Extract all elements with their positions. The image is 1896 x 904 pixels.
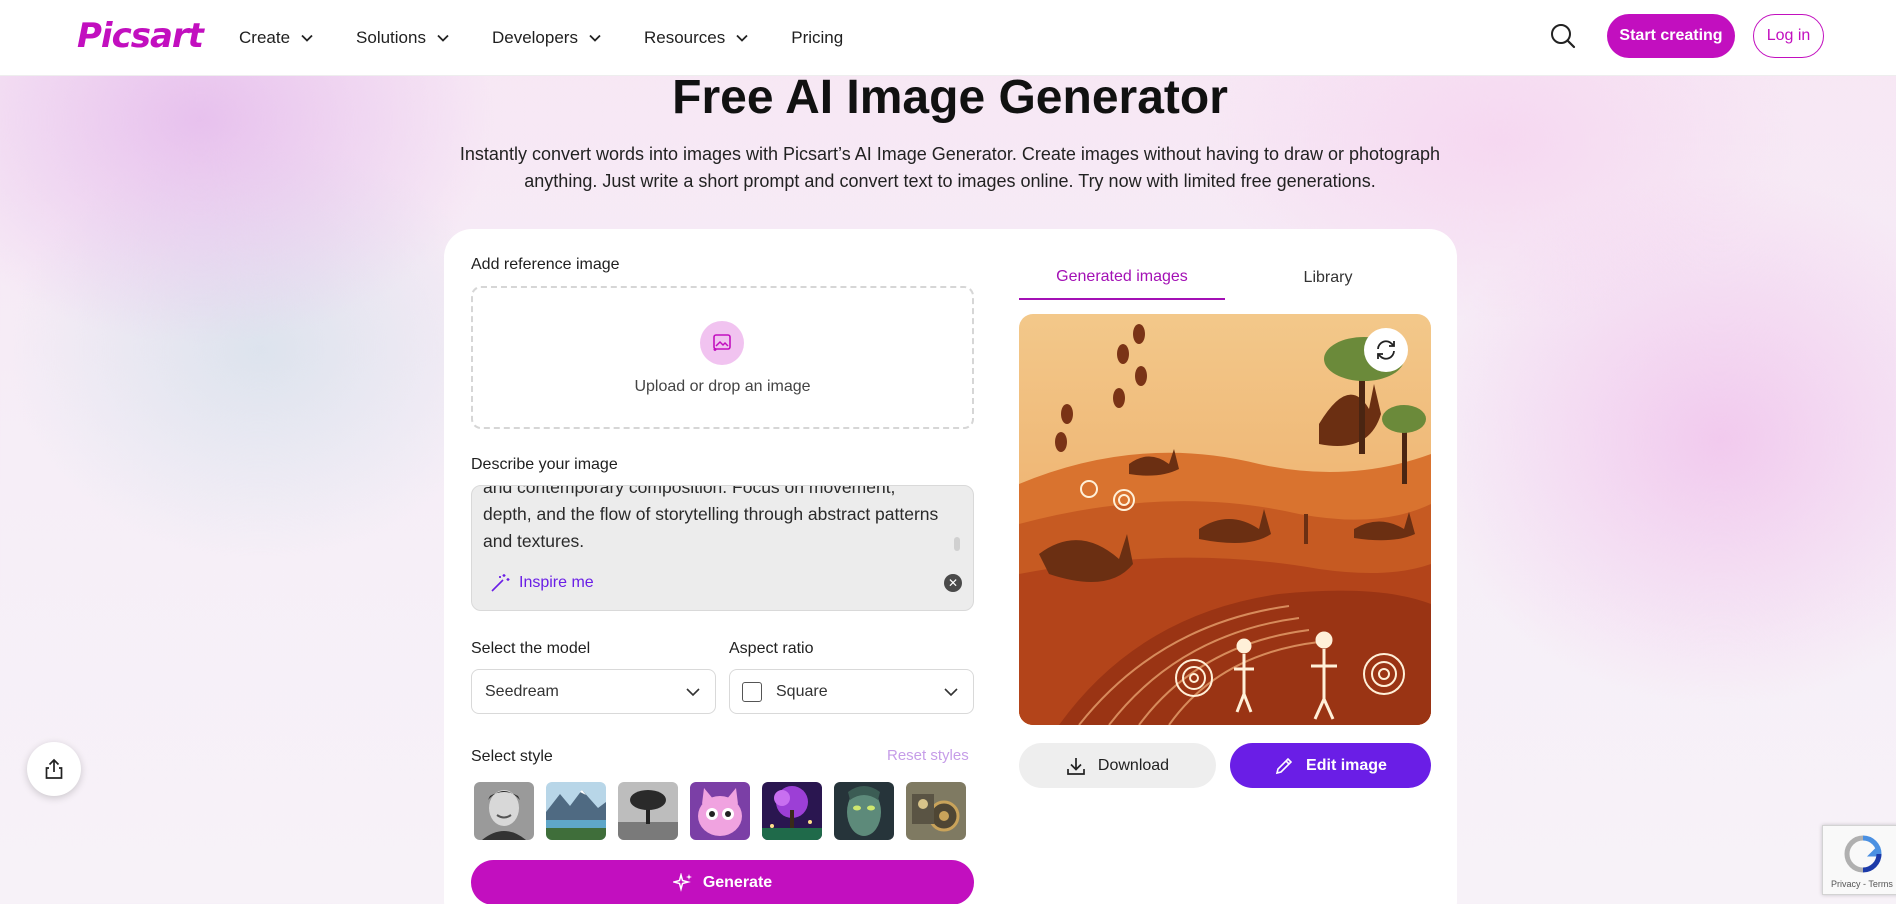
page-title: Free AI Image Generator xyxy=(672,71,1228,124)
top-navbar: Picsart Create Solutions Developers Reso… xyxy=(0,0,1896,76)
nav-solutions[interactable]: Solutions xyxy=(356,28,450,48)
style-thumb-portrait[interactable] xyxy=(474,782,534,840)
chevron-down-icon xyxy=(589,34,601,42)
generated-image xyxy=(1019,314,1431,725)
download-label: Download xyxy=(1097,756,1170,774)
generate-label: Generate xyxy=(702,873,773,891)
style-thumb-fantasy-forest[interactable] xyxy=(762,782,822,840)
nav-create[interactable]: Create xyxy=(239,28,314,48)
aspect-ratio-value: Square xyxy=(776,682,828,700)
upload-text: Upload or drop an image xyxy=(634,378,811,395)
describe-image-label: Describe your image xyxy=(471,456,618,473)
recaptcha-badge[interactable]: Privacy - Terms xyxy=(1822,825,1896,895)
page-subtitle: Instantly convert words into images with… xyxy=(459,144,1441,191)
chevron-down-icon xyxy=(686,688,700,697)
inspire-me-label: Inspire me xyxy=(519,574,594,591)
square-ratio-icon xyxy=(742,682,762,702)
tab-library[interactable]: Library xyxy=(1225,256,1431,300)
style-thumb-pink-creature[interactable] xyxy=(690,782,750,840)
tab-generated-images[interactable]: Generated images xyxy=(1019,256,1225,300)
style-thumb-alien-face[interactable] xyxy=(834,782,894,840)
nav-solutions-label: Solutions xyxy=(356,28,426,47)
pencil-icon xyxy=(1275,757,1293,774)
reference-image-label: Add reference image xyxy=(471,256,620,273)
generated-artwork xyxy=(1019,314,1431,725)
chevron-down-icon xyxy=(437,34,449,42)
download-button[interactable]: Download xyxy=(1019,743,1216,788)
chevron-down-icon xyxy=(944,688,958,697)
model-select[interactable]: Seedream xyxy=(471,669,716,714)
style-thumb-landscape[interactable] xyxy=(546,782,606,840)
prompt-text: and contemporary composition. Focus on m… xyxy=(483,485,939,551)
reset-styles-link[interactable]: Reset styles xyxy=(887,747,969,764)
magic-wand-icon xyxy=(491,574,510,592)
start-creating-button[interactable]: Start creating xyxy=(1607,14,1735,58)
nav-resources-label: Resources xyxy=(643,28,726,47)
recaptcha-footer[interactable]: Privacy - Terms xyxy=(1831,879,1893,889)
clear-prompt-icon[interactable]: ✕ xyxy=(944,574,962,592)
sparkle-icon xyxy=(672,872,692,892)
regenerate-button[interactable] xyxy=(1364,328,1408,372)
main-menu: Create Solutions Developers Resources Pr… xyxy=(239,0,843,76)
nav-pricing-label: Pricing xyxy=(791,28,844,47)
upload-dropzone[interactable]: Upload or drop an image xyxy=(471,286,974,429)
style-thumb-bw-tree[interactable] xyxy=(618,782,678,840)
aspect-ratio-label: Aspect ratio xyxy=(729,640,814,657)
edit-image-label: Edit image xyxy=(1306,756,1387,774)
share-button[interactable] xyxy=(27,742,81,796)
model-value: Seedream xyxy=(485,682,559,700)
model-label: Select the model xyxy=(471,640,591,657)
refresh-icon xyxy=(1377,340,1395,360)
nav-developers[interactable]: Developers xyxy=(492,28,602,48)
prompt-textarea[interactable]: and contemporary composition. Focus on m… xyxy=(471,485,974,611)
search-icon[interactable] xyxy=(1549,22,1577,50)
generator-card: Add reference image Upload or drop an im… xyxy=(444,229,1457,904)
aspect-ratio-select[interactable]: Square xyxy=(729,669,974,714)
nav-create-label: Create xyxy=(239,28,291,47)
style-thumb-steampunk[interactable] xyxy=(906,782,966,840)
nav-developers-label: Developers xyxy=(491,28,578,47)
inspire-me-button[interactable]: Inspire me xyxy=(489,572,594,594)
log-in-button[interactable]: Log in xyxy=(1753,14,1824,58)
nav-pricing[interactable]: Pricing xyxy=(791,28,843,48)
recaptcha-icon xyxy=(1844,835,1882,873)
generate-button[interactable]: Generate xyxy=(471,860,974,904)
style-thumbnails xyxy=(474,782,974,840)
picsart-logo[interactable]: Picsart xyxy=(77,16,204,56)
edit-image-button[interactable]: Edit image xyxy=(1230,743,1431,788)
download-icon xyxy=(1067,757,1085,775)
chevron-down-icon xyxy=(301,34,313,42)
share-icon xyxy=(45,758,63,779)
select-style-label: Select style xyxy=(471,748,553,765)
image-upload-icon xyxy=(700,321,744,365)
prompt-scrollbar[interactable] xyxy=(954,537,960,551)
chevron-down-icon xyxy=(736,34,748,42)
nav-resources[interactable]: Resources xyxy=(644,28,749,48)
